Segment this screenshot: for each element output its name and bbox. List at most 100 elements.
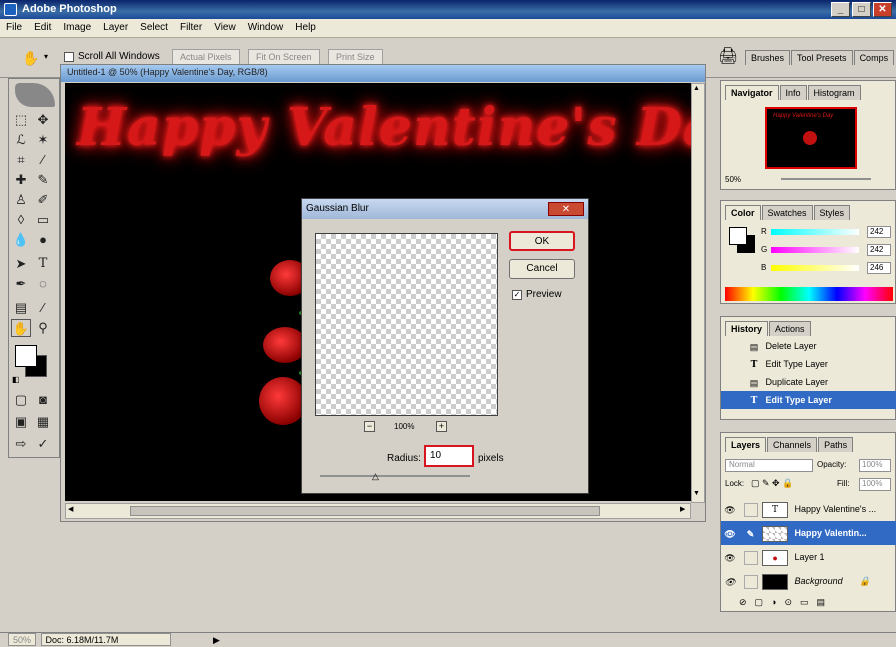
radius-slider-thumb[interactable]: △ <box>372 471 379 482</box>
menu-help[interactable]: Help <box>295 22 316 34</box>
lasso-tool-icon[interactable]: ℒ <box>11 131 31 149</box>
image-ready-icon[interactable]: ✓ <box>33 435 53 453</box>
actions-tab[interactable]: Actions <box>769 321 811 336</box>
dodge-tool-icon[interactable]: ● <box>33 231 53 249</box>
standard-mode-icon[interactable]: ▢ <box>11 391 31 409</box>
color-tab[interactable]: Color <box>725 205 761 220</box>
hand-tool-icon[interactable]: ✋ <box>11 319 31 337</box>
brushes-tab[interactable]: Brushes <box>745 50 791 65</box>
layer-row-active[interactable]: 👁 ✎ Happy Valentin... <box>721 521 896 545</box>
lock-icons[interactable]: ▢ ✎ ✥ 🔒 <box>751 478 793 489</box>
menu-window[interactable]: Window <box>248 22 284 34</box>
histogram-tab[interactable]: Histogram <box>807 85 861 100</box>
layer-row[interactable]: 👁 T Happy Valentine's ... <box>721 497 896 521</box>
status-menu-arrow-icon[interactable]: ▶ <box>213 635 220 645</box>
navigator-tab[interactable]: Navigator <box>725 85 779 100</box>
cancel-button[interactable]: Cancel <box>509 259 575 279</box>
menu-layer[interactable]: Layer <box>103 22 128 34</box>
channels-tab[interactable]: Channels <box>767 437 818 452</box>
menu-image[interactable]: Image <box>63 22 91 34</box>
visibility-eye-icon[interactable]: 👁 <box>723 503 737 517</box>
scroll-right-icon[interactable]: ▶ <box>680 505 685 513</box>
link-cell[interactable] <box>743 574 758 589</box>
scroll-all-windows-checkbox[interactable] <box>64 51 74 62</box>
layer-row[interactable]: 👁 Background 🔒 <box>721 569 896 593</box>
preview-checkbox[interactable]: ✓ <box>512 289 522 300</box>
hand-tool-icon[interactable]: ✋ <box>22 50 39 67</box>
screen-mode-icon[interactable]: ▣ <box>11 413 31 431</box>
tool-presets-tab[interactable]: Tool Presets <box>791 50 853 65</box>
slice-tool-icon[interactable]: ⁄ <box>33 151 53 169</box>
tool-preset-dropdown-icon[interactable]: ▾ <box>44 52 48 61</box>
type-tool-icon[interactable]: T <box>33 255 53 273</box>
scroll-up-icon[interactable]: ▲ <box>693 85 700 92</box>
layer-row[interactable]: 👁 ● Layer 1 <box>721 545 896 569</box>
move-tool-icon[interactable]: ✥ <box>33 111 53 129</box>
opacity-input[interactable]: 100% <box>859 459 891 472</box>
vertical-scrollbar[interactable]: ▲ ▼ <box>691 83 705 503</box>
history-item[interactable]: T Edit Type Layer <box>721 355 896 373</box>
notes-tool-icon[interactable]: ▤ <box>11 299 31 317</box>
menu-view[interactable]: View <box>214 22 236 34</box>
info-tab[interactable]: Info <box>779 85 807 100</box>
brush-tool-icon[interactable]: ✎ <box>33 171 53 189</box>
color-foreground-swatch[interactable] <box>729 227 747 245</box>
gradient-tool-icon[interactable]: ▭ <box>33 211 53 229</box>
magic-wand-tool-icon[interactable]: ✶ <box>33 131 53 149</box>
horizontal-scrollbar[interactable]: ◀ ▶ <box>65 503 691 519</box>
scroll-down-icon[interactable]: ▼ <box>693 490 700 497</box>
custom-shape-tool-icon[interactable]: ◌ <box>33 275 53 293</box>
blur-preview-area[interactable] <box>315 233 498 416</box>
healing-brush-tool-icon[interactable]: ✚ <box>11 171 31 189</box>
link-cell[interactable] <box>743 550 758 565</box>
clone-stamp-tool-icon[interactable]: ♙ <box>11 191 31 209</box>
zoom-in-button[interactable]: + <box>436 421 447 432</box>
navigator-zoom-slider[interactable] <box>781 178 871 180</box>
g-slider[interactable] <box>771 247 859 253</box>
history-tab[interactable]: History <box>725 321 769 336</box>
b-value[interactable]: 246 <box>867 262 891 274</box>
navigator-thumbnail[interactable]: Happy Valentine's Day <box>765 107 857 169</box>
ok-button[interactable]: OK <box>509 231 575 251</box>
jump-to-imageready-icon[interactable]: ⇨ <box>11 435 31 453</box>
crop-tool-icon[interactable]: ⌗ <box>11 151 31 169</box>
dialog-close-button[interactable]: ✕ <box>548 202 584 216</box>
link-cell[interactable] <box>743 502 758 517</box>
layers-footer-icons[interactable]: ⊘▢◑⊙▭▤ <box>739 597 833 608</box>
maximize-button[interactable]: □ <box>852 2 871 17</box>
scroll-left-icon[interactable]: ◀ <box>68 505 73 513</box>
menu-select[interactable]: Select <box>140 22 168 34</box>
full-screen-mode-icon[interactable]: ▦ <box>33 413 53 431</box>
styles-tab[interactable]: Styles <box>813 205 851 220</box>
status-zoom[interactable]: 50% <box>8 633 37 646</box>
quick-mask-mode-icon[interactable]: ◙ <box>33 391 53 409</box>
visibility-eye-icon[interactable]: 👁 <box>723 575 737 589</box>
history-item-active[interactable]: T Edit Type Layer <box>721 391 896 409</box>
close-button[interactable]: ✕ <box>873 2 892 17</box>
visibility-eye-icon[interactable]: 👁 <box>723 551 737 565</box>
visibility-eye-icon[interactable]: 👁 <box>723 527 737 541</box>
swatches-tab[interactable]: Swatches <box>761 205 813 220</box>
foreground-color-swatch[interactable] <box>15 345 37 367</box>
blur-tool-icon[interactable]: 💧 <box>11 231 31 249</box>
paths-tab[interactable]: Paths <box>818 437 854 452</box>
layers-tab[interactable]: Layers <box>725 437 767 452</box>
radius-input[interactable]: 10 <box>424 445 474 467</box>
brush-link-icon[interactable]: ✎ <box>744 527 758 541</box>
eyedropper-tool-icon[interactable]: ⁄ <box>33 299 53 317</box>
eraser-tool-icon[interactable]: ◊ <box>11 211 31 229</box>
history-item[interactable]: ▤ Duplicate Layer <box>721 373 896 391</box>
radius-slider-track[interactable] <box>320 475 470 477</box>
menu-filter[interactable]: Filter <box>180 22 202 34</box>
menu-file[interactable]: File <box>6 22 22 34</box>
blend-mode-select[interactable]: Normal <box>725 459 813 472</box>
comps-tab[interactable]: Comps <box>853 50 895 65</box>
minimize-button[interactable]: _ <box>831 2 850 17</box>
menu-edit[interactable]: Edit <box>34 22 51 34</box>
file-browser-icon[interactable]: 🖨 <box>718 46 738 66</box>
default-colors-icon[interactable]: ◧ <box>12 375 20 384</box>
history-item[interactable]: ▤ Delete Layer <box>721 337 896 355</box>
fill-input[interactable]: 100% <box>859 478 891 491</box>
path-selection-tool-icon[interactable]: ➤ <box>11 255 31 273</box>
zoom-out-button[interactable]: − <box>364 421 375 432</box>
